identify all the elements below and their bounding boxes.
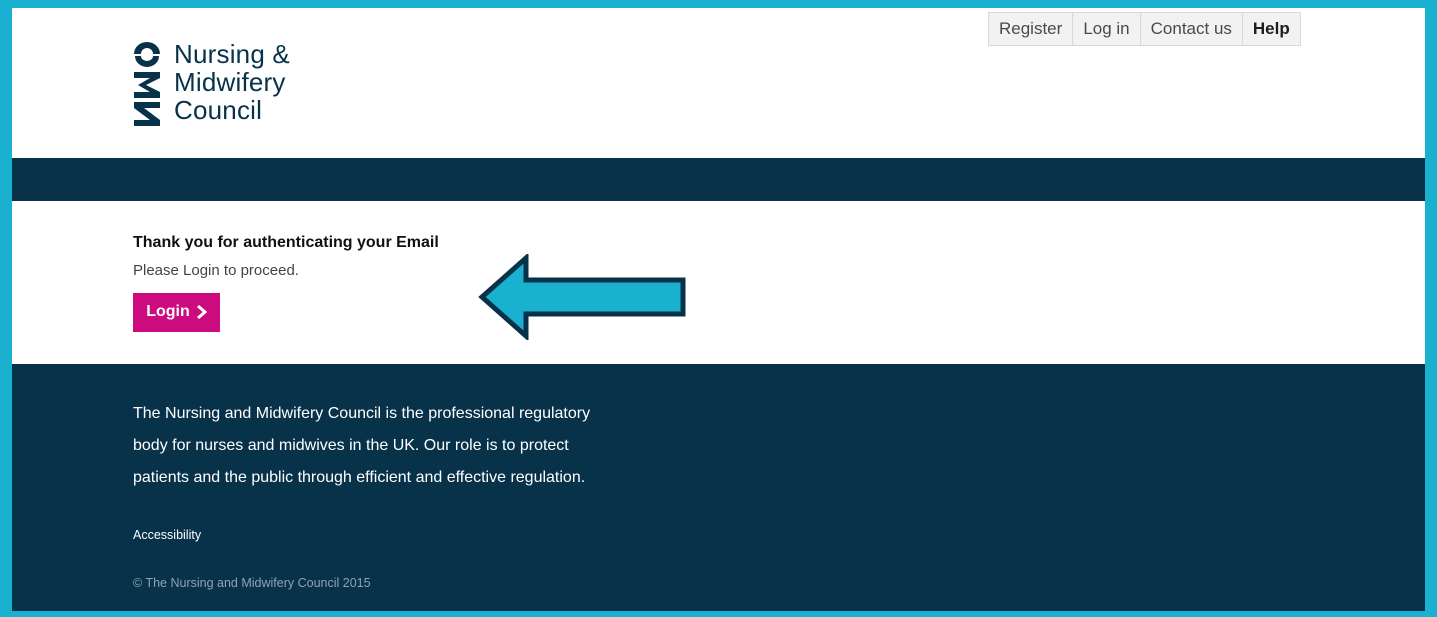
instruction-text: Please Login to proceed.: [133, 262, 299, 279]
logo-line-2: Midwifery: [174, 67, 286, 97]
register-link[interactable]: Register: [989, 13, 1074, 45]
page-title: Thank you for authenticating your Email: [133, 234, 439, 251]
login-button[interactable]: Login: [133, 293, 220, 332]
navigation-band: [12, 158, 1425, 201]
contact-us-link[interactable]: Contact us: [1141, 13, 1243, 45]
arrow-left-icon: [478, 254, 686, 340]
login-link[interactable]: Log in: [1073, 13, 1141, 45]
site-header: Nursing & Midwifery Council Register Log…: [12, 8, 1425, 158]
logo-line-3: Council: [174, 95, 263, 125]
main-content: Thank you for authenticating your Email …: [12, 201, 1425, 364]
top-nav: Register Log in Contact us Help: [988, 12, 1301, 46]
nmc-logo-mark-icon: [134, 42, 160, 126]
site-footer: The Nursing and Midwifery Council is the…: [12, 364, 1425, 611]
copyright-text: © The Nursing and Midwifery Council 2015: [133, 576, 371, 590]
help-link[interactable]: Help: [1243, 13, 1300, 45]
accessibility-link[interactable]: Accessibility: [133, 528, 201, 542]
about-line-1: The Nursing and Midwifery Council is the…: [133, 405, 591, 422]
logo-line-1: Nursing &: [174, 39, 290, 69]
page-frame: Nursing & Midwifery Council Register Log…: [12, 8, 1425, 611]
login-button-label: Login: [146, 302, 190, 320]
logo-wordmark: Nursing & Midwifery Council: [174, 40, 290, 124]
about-line-3: patients and the public through efficien…: [133, 469, 586, 486]
about-line-2: body for nurses and midwives in the UK. …: [133, 437, 569, 454]
chevron-right-icon: [196, 304, 207, 319]
about-text: The Nursing and Midwifery Council is the…: [133, 398, 673, 494]
